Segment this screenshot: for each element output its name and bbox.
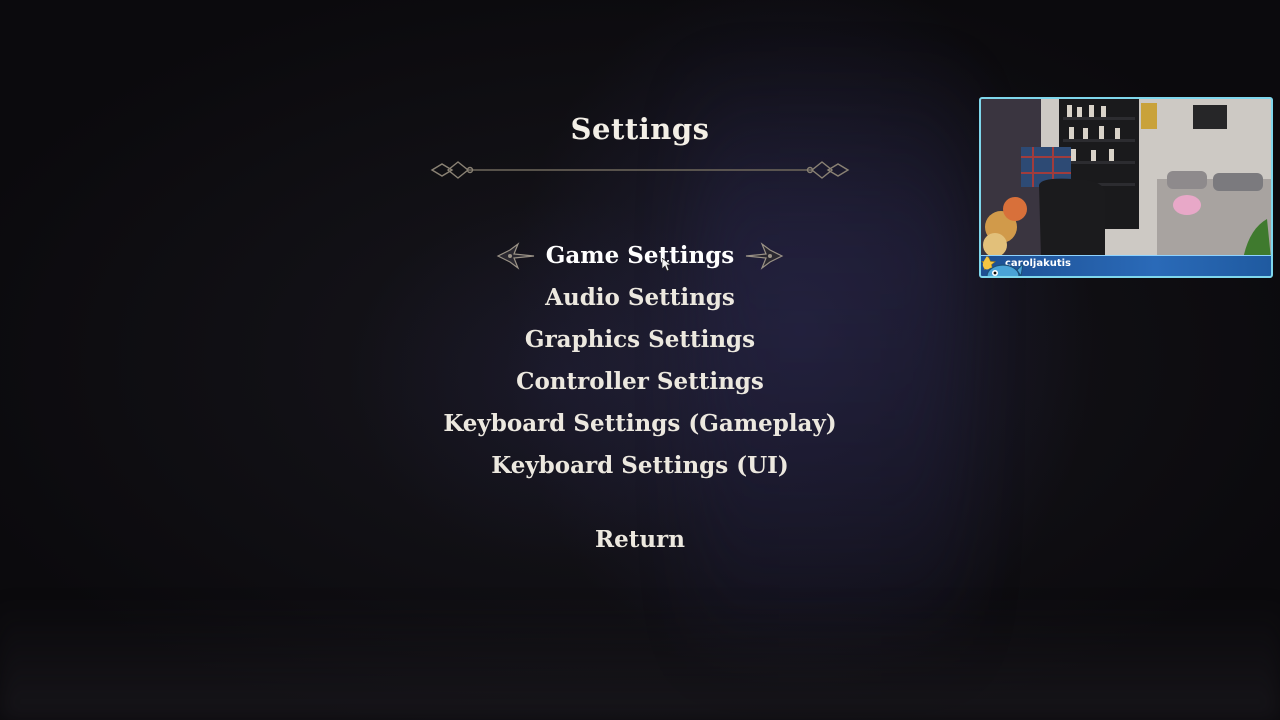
menu-item-label: Game Settings	[545, 242, 735, 269]
background-ground	[0, 600, 1280, 720]
menu-item-controller-settings[interactable]: Controller Settings	[0, 362, 1280, 402]
settings-screen: Settings Game Settings Audio Settings Gr…	[0, 0, 1280, 720]
webcam-overlay: caroljakutis	[979, 97, 1273, 278]
menu-item-label: Graphics Settings	[524, 326, 756, 353]
ornamental-divider-icon	[430, 161, 850, 179]
menu-item-keyboard-settings-gameplay[interactable]: Keyboard Settings (Gameplay)	[0, 404, 1280, 444]
mouse-cursor-icon	[662, 258, 672, 272]
return-button[interactable]: Return	[0, 520, 1280, 560]
menu-item-label: Keyboard Settings (Gameplay)	[443, 410, 837, 437]
menu-item-label: Keyboard Settings (UI)	[491, 452, 789, 479]
menu-item-keyboard-settings-ui[interactable]: Keyboard Settings (UI)	[0, 446, 1280, 486]
menu-item-label: Audio Settings	[545, 284, 735, 311]
menu-item-label: Controller Settings	[516, 368, 764, 395]
webcam-name-bar: caroljakutis	[981, 255, 1271, 276]
return-label: Return	[595, 526, 685, 553]
flourish-right-icon	[746, 242, 784, 270]
mascot-icon	[986, 263, 1023, 276]
webcam-feed-image	[981, 99, 1271, 276]
menu-item-graphics-settings[interactable]: Graphics Settings	[0, 320, 1280, 360]
menu-item-audio-settings[interactable]: Audio Settings	[0, 278, 1280, 318]
flourish-left-icon	[496, 242, 534, 270]
